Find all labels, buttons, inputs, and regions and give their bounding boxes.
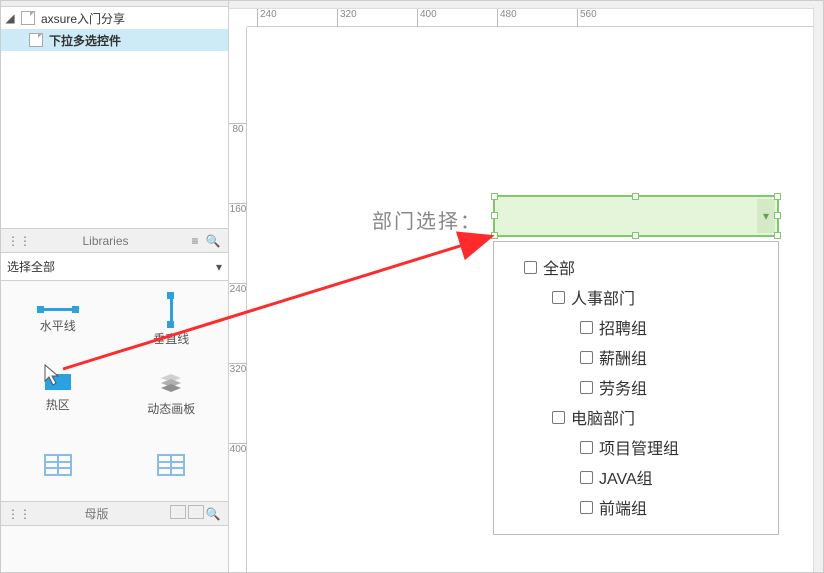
dynamic-panel-icon (157, 370, 185, 394)
dropdown-list: 全部 人事部门 招聘组 薪酬组 劳务组 电脑部门 项目管理组 JAVA组 前端组 (493, 241, 779, 535)
left-sidebar: ◢ axsure入门分享 下拉多选控件 ⋮⋮ Libraries ≡ 🔍 选择全… (1, 1, 229, 573)
outline-panel: ◢ axsure入门分享 下拉多选控件 (1, 1, 228, 229)
vline-icon (170, 296, 173, 324)
page-icon (21, 11, 35, 25)
widget-grid: 水平线 垂直线 热区 动态画板 (1, 281, 228, 501)
widget-table2[interactable] (115, 429, 229, 501)
tree-node[interactable]: 电脑部门 (494, 402, 778, 432)
libraries-title-bar: ⋮⋮ Libraries ≡ 🔍 (1, 229, 228, 253)
libraries-panel: ⋮⋮ Libraries ≡ 🔍 选择全部 ▾ 水平线 垂直线 (1, 229, 228, 502)
expand-caret-icon[interactable]: ◢ (5, 11, 15, 25)
table-icon (157, 454, 185, 476)
outline-root[interactable]: ◢ axsure入门分享 (1, 7, 228, 29)
masters-title: 母版 (25, 505, 168, 522)
outline-selected-label: 下拉多选控件 (49, 32, 121, 49)
vertical-scrollbar[interactable] (813, 7, 823, 572)
widget-dynamic-panel[interactable]: 动态画板 (115, 357, 229, 429)
checkbox-icon[interactable] (580, 381, 593, 394)
drag-handle-icon[interactable]: ⋮⋮ (7, 234, 25, 248)
outline-root-label: axsure入门分享 (41, 10, 125, 27)
widget-hotzone[interactable]: 热区 (1, 357, 115, 429)
widget-vline[interactable]: 垂直线 (115, 285, 229, 357)
add-folder-icon[interactable] (186, 505, 204, 522)
tree-node[interactable]: 劳务组 (494, 372, 778, 402)
dept-label: 部门选择： (372, 205, 482, 234)
outline-selected[interactable]: 下拉多选控件 (1, 29, 228, 51)
tree-node[interactable]: 前端组 (494, 492, 778, 522)
add-page-icon[interactable] (168, 505, 186, 522)
canvas-area: 240 320 400 480 560 80 160 240 320 400 部… (229, 1, 823, 572)
checkbox-icon[interactable] (580, 441, 593, 454)
checkbox-icon[interactable] (580, 321, 593, 334)
tree-node[interactable]: 全部 (494, 252, 778, 282)
dropdown-arrow-icon[interactable]: ▾ (757, 199, 775, 233)
vertical-ruler: 80 160 240 320 400 (229, 27, 247, 572)
tree-node[interactable]: 招聘组 (494, 312, 778, 342)
page-icon (29, 33, 43, 47)
library-select[interactable]: 选择全部 ▾ (1, 253, 228, 281)
document-tabs[interactable] (229, 1, 823, 9)
masters-panel: ⋮⋮ 母版 🔍 (1, 502, 228, 526)
horizontal-ruler: 240 320 400 480 560 (247, 9, 823, 27)
tree-node[interactable]: JAVA组 (494, 462, 778, 492)
checkbox-icon[interactable] (524, 261, 537, 274)
checkbox-icon[interactable] (580, 351, 593, 364)
masters-title-bar: ⋮⋮ 母版 🔍 (1, 502, 228, 526)
checkbox-icon[interactable] (552, 411, 565, 424)
hline-icon (41, 308, 75, 311)
widget-table1[interactable] (1, 429, 115, 501)
tree-node[interactable]: 薪酬组 (494, 342, 778, 372)
app-root: ◢ axsure入门分享 下拉多选控件 ⋮⋮ Libraries ≡ 🔍 选择全… (0, 0, 824, 573)
checkbox-icon[interactable] (580, 471, 593, 484)
libraries-title: Libraries (25, 234, 186, 248)
checkbox-icon[interactable] (552, 291, 565, 304)
canvas-page[interactable]: 部门选择： ▾ 全部 人事部门 招聘组 薪酬组 劳务组 电脑部门 项目管理组 (247, 27, 823, 572)
library-select-text: 选择全部 (7, 258, 216, 275)
tree-node[interactable]: 项目管理组 (494, 432, 778, 462)
search-icon[interactable]: 🔍 (204, 234, 222, 248)
widget-hline[interactable]: 水平线 (1, 285, 115, 357)
table-icon (44, 454, 72, 476)
checkbox-icon[interactable] (580, 501, 593, 514)
tree-node[interactable]: 人事部门 (494, 282, 778, 312)
menu-icon[interactable]: ≡ (186, 234, 204, 248)
chevron-down-icon: ▾ (216, 260, 222, 274)
hotzone-icon (45, 374, 71, 390)
dropdown-widget-selected[interactable]: ▾ (493, 195, 779, 237)
drag-handle-icon[interactable]: ⋮⋮ (7, 507, 25, 521)
search-icon[interactable]: 🔍 (204, 507, 222, 521)
